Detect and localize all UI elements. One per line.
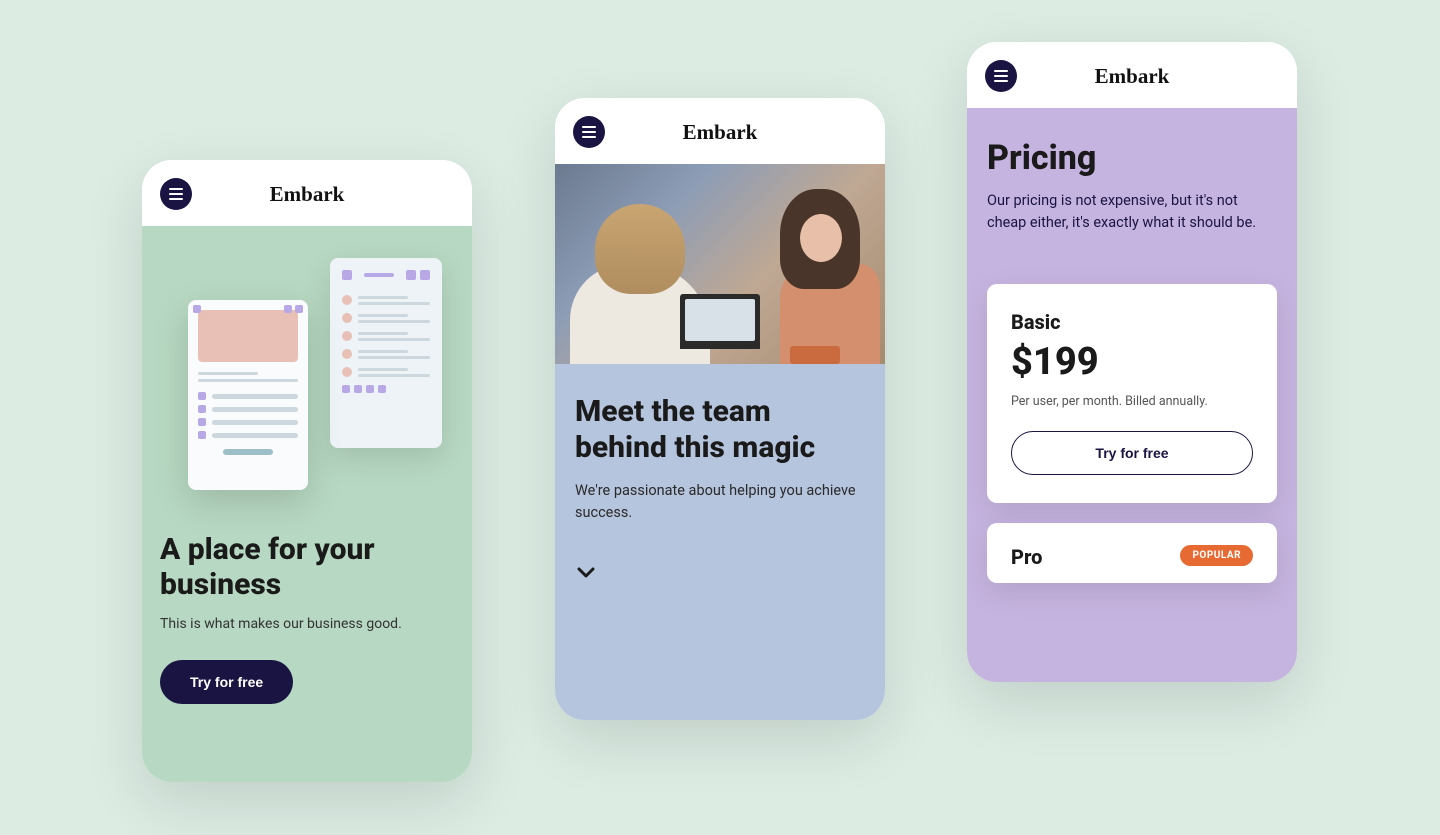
chevron-down-icon[interactable]	[577, 564, 595, 582]
try-free-button[interactable]: Try for free	[160, 660, 293, 704]
brand-logo: Embark	[1095, 64, 1170, 89]
hero-heading: A place for your business	[160, 533, 454, 602]
pricing-card-pro: Pro POPULAR	[987, 523, 1277, 583]
brand-logo: Embark	[270, 182, 345, 207]
hero-illustration	[160, 258, 454, 503]
plan-price: $199	[1011, 340, 1253, 384]
pricing-subtitle: Our pricing is not expensive, but it's n…	[987, 190, 1277, 234]
app-header: Embark	[555, 98, 885, 164]
phone-mock-pricing: Embark Pricing Our pricing is not expens…	[967, 42, 1297, 682]
illustration-card-back	[330, 258, 442, 448]
plan-name: Pro	[1011, 545, 1042, 569]
popular-badge: POPULAR	[1180, 545, 1253, 566]
phone-body: A place for your business This is what m…	[142, 226, 472, 782]
phone-mock-team: Embark Meet the team behind this magic W…	[555, 98, 885, 720]
plan-name: Basic	[1011, 310, 1253, 334]
team-heading: Meet the team behind this magic	[575, 394, 865, 466]
app-header: Embark	[142, 160, 472, 226]
phone-mock-home: Embark	[142, 160, 472, 782]
hamburger-menu-icon[interactable]	[985, 60, 1017, 92]
app-header: Embark	[967, 42, 1297, 108]
team-photo	[555, 164, 885, 364]
phone-body: Meet the team behind this magic We're pa…	[555, 164, 885, 720]
phone-body: Pricing Our pricing is not expensive, bu…	[967, 108, 1297, 682]
pricing-card-basic: Basic $199 Per user, per month. Billed a…	[987, 284, 1277, 503]
hamburger-menu-icon[interactable]	[573, 116, 605, 148]
brand-logo: Embark	[683, 120, 758, 145]
try-free-button[interactable]: Try for free	[1011, 431, 1253, 475]
team-subtitle: We're passionate about helping you achie…	[575, 480, 865, 524]
plan-billing-note: Per user, per month. Billed annually.	[1011, 394, 1253, 409]
pricing-heading: Pricing	[987, 138, 1277, 178]
illustration-card-front	[188, 300, 308, 490]
hero-subtitle: This is what makes our business good.	[160, 616, 454, 632]
hamburger-menu-icon[interactable]	[160, 178, 192, 210]
